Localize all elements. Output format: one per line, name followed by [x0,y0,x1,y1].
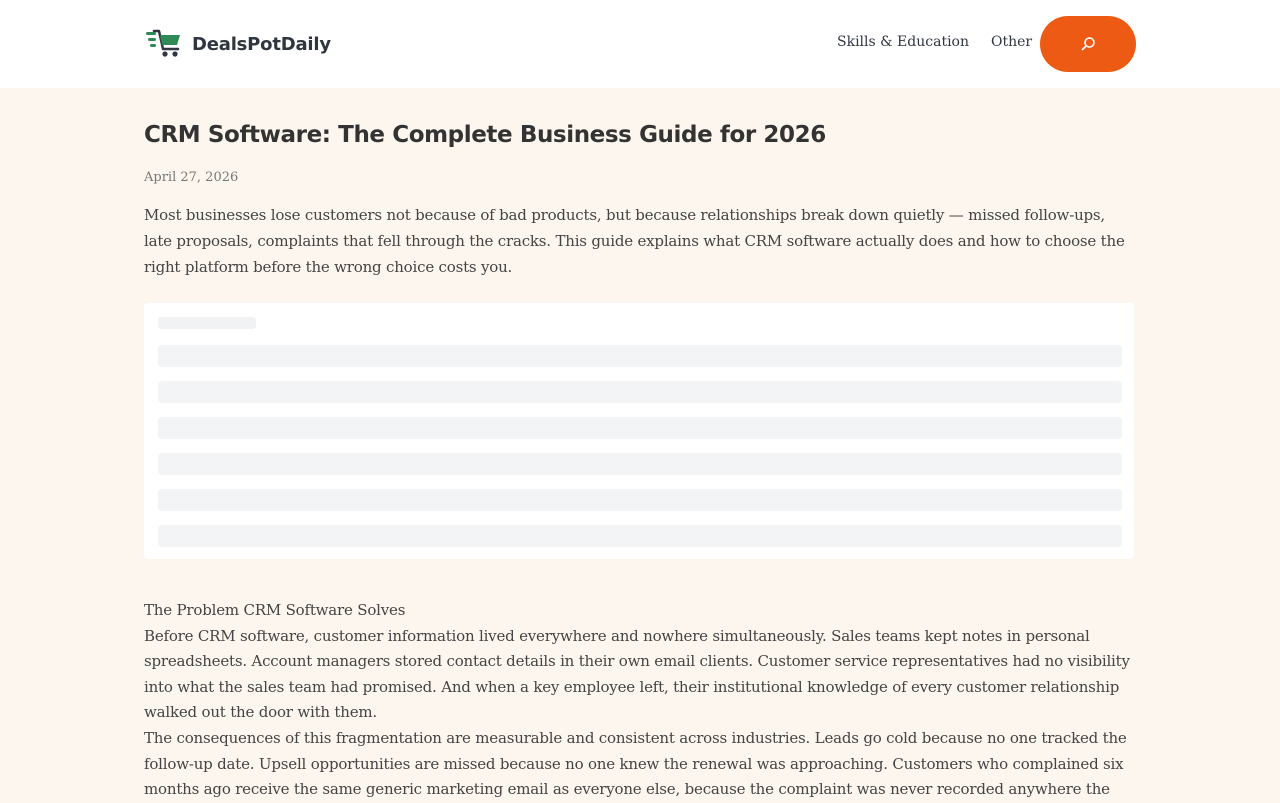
placeholder-line [158,345,1122,367]
placeholder-line [158,417,1122,439]
site-name: DealsPotDaily [192,33,331,55]
placeholder-line [158,489,1122,511]
paragraph: The consequences of this fragmentation a… [144,728,1127,799]
search-icon [1081,37,1095,51]
main-navigation: Skills & Education Other [837,34,1032,50]
page-title: CRM Software: The Complete Business Guid… [144,122,826,148]
placeholder-title-bar [158,317,256,329]
nav-item-skills-education[interactable]: Skills & Education [837,34,969,50]
publish-date: April 27, 2026 [144,170,239,185]
shopping-cart-icon [146,29,180,57]
placeholder-line [158,453,1122,475]
site-logo[interactable]: DealsPotDaily [146,28,331,60]
nav-item-other[interactable]: Other [991,34,1032,50]
search-button[interactable] [1040,16,1136,72]
article-intro: Most businesses lose customers not becau… [144,206,1125,276]
site-header: DealsPotDaily Skills & Education Other [0,0,1280,88]
section-heading: The Problem CRM Software Solves [144,601,406,619]
loading-placeholder [144,303,1134,559]
paragraph: Before CRM software, customer informatio… [144,626,1130,722]
placeholder-line [158,525,1122,547]
placeholder-line [158,381,1122,403]
article-body: The Problem CRM Software Solves Before C… [144,598,1136,803]
